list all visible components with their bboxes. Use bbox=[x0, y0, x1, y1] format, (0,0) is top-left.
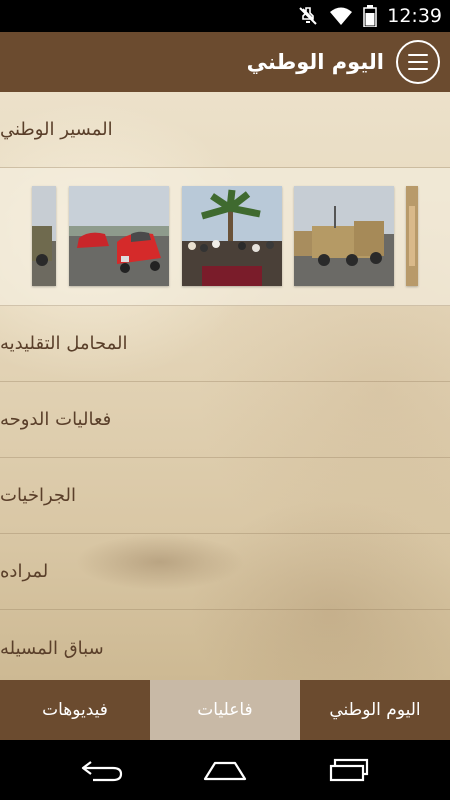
tab-label: فاعليات bbox=[197, 700, 253, 720]
home-icon[interactable] bbox=[201, 759, 249, 781]
list-item-masila-race[interactable]: سباق المسيله bbox=[0, 610, 450, 680]
hamburger-menu-button[interactable] bbox=[396, 40, 440, 84]
gallery-thumb-building[interactable] bbox=[406, 186, 418, 286]
system-nav-bar bbox=[0, 740, 450, 800]
app-bar: اليوم الوطني bbox=[0, 32, 450, 92]
tab-national-day[interactable]: اليوم الوطني bbox=[300, 680, 450, 740]
gallery-thumb-military-vehicle[interactable] bbox=[32, 186, 56, 286]
gallery-thumb-crowd[interactable] bbox=[182, 186, 282, 286]
tab-events[interactable]: فاعليات bbox=[150, 680, 300, 740]
gallery-thumb-red-cars[interactable] bbox=[69, 186, 169, 286]
tab-label: اليوم الوطني bbox=[329, 700, 421, 720]
tab-label: فيديوهات bbox=[42, 700, 108, 720]
list-item-label: المحامل التقليديه bbox=[0, 333, 128, 354]
list-item-doha-events[interactable]: فعاليات الدوحه bbox=[0, 382, 450, 458]
list-item-label: فعاليات الدوحه bbox=[0, 409, 112, 430]
page-title: اليوم الوطني bbox=[246, 50, 384, 74]
back-icon[interactable] bbox=[79, 758, 123, 782]
list-item-national-march[interactable]: المسير الوطني bbox=[0, 92, 450, 168]
tab-videos[interactable]: فيديوهات bbox=[0, 680, 150, 740]
bottom-tab-bar: فيديوهات فاعليات اليوم الوطني bbox=[0, 680, 450, 740]
content-area: المسير الوطني المحامل التقليديه فعاليات … bbox=[0, 92, 450, 680]
list-item-traditional-palanquins[interactable]: المحامل التقليديه bbox=[0, 306, 450, 382]
wifi-icon bbox=[330, 7, 353, 25]
hamburger-menu-icon-line-2 bbox=[408, 61, 428, 63]
list-item-label: المسير الوطني bbox=[0, 119, 113, 140]
list-item-label: سباق المسيله bbox=[0, 637, 104, 659]
hamburger-menu-icon-line-3 bbox=[408, 68, 428, 70]
mute-icon bbox=[299, 7, 317, 25]
status-bar: 12:39 bbox=[0, 0, 450, 32]
list-item-label: لمراده bbox=[0, 561, 49, 582]
recent-apps-icon[interactable] bbox=[327, 758, 371, 782]
battery-icon bbox=[363, 5, 377, 27]
gallery-thumb-parade[interactable] bbox=[294, 186, 394, 286]
image-gallery[interactable] bbox=[0, 168, 450, 306]
hamburger-menu-icon bbox=[408, 54, 428, 56]
status-time: 12:39 bbox=[387, 5, 442, 27]
list-item-label: الجراخيات bbox=[0, 485, 77, 506]
list-item-jarakhiyat[interactable]: الجراخيات bbox=[0, 458, 450, 534]
list-item-mrada[interactable]: لمراده bbox=[0, 534, 450, 610]
